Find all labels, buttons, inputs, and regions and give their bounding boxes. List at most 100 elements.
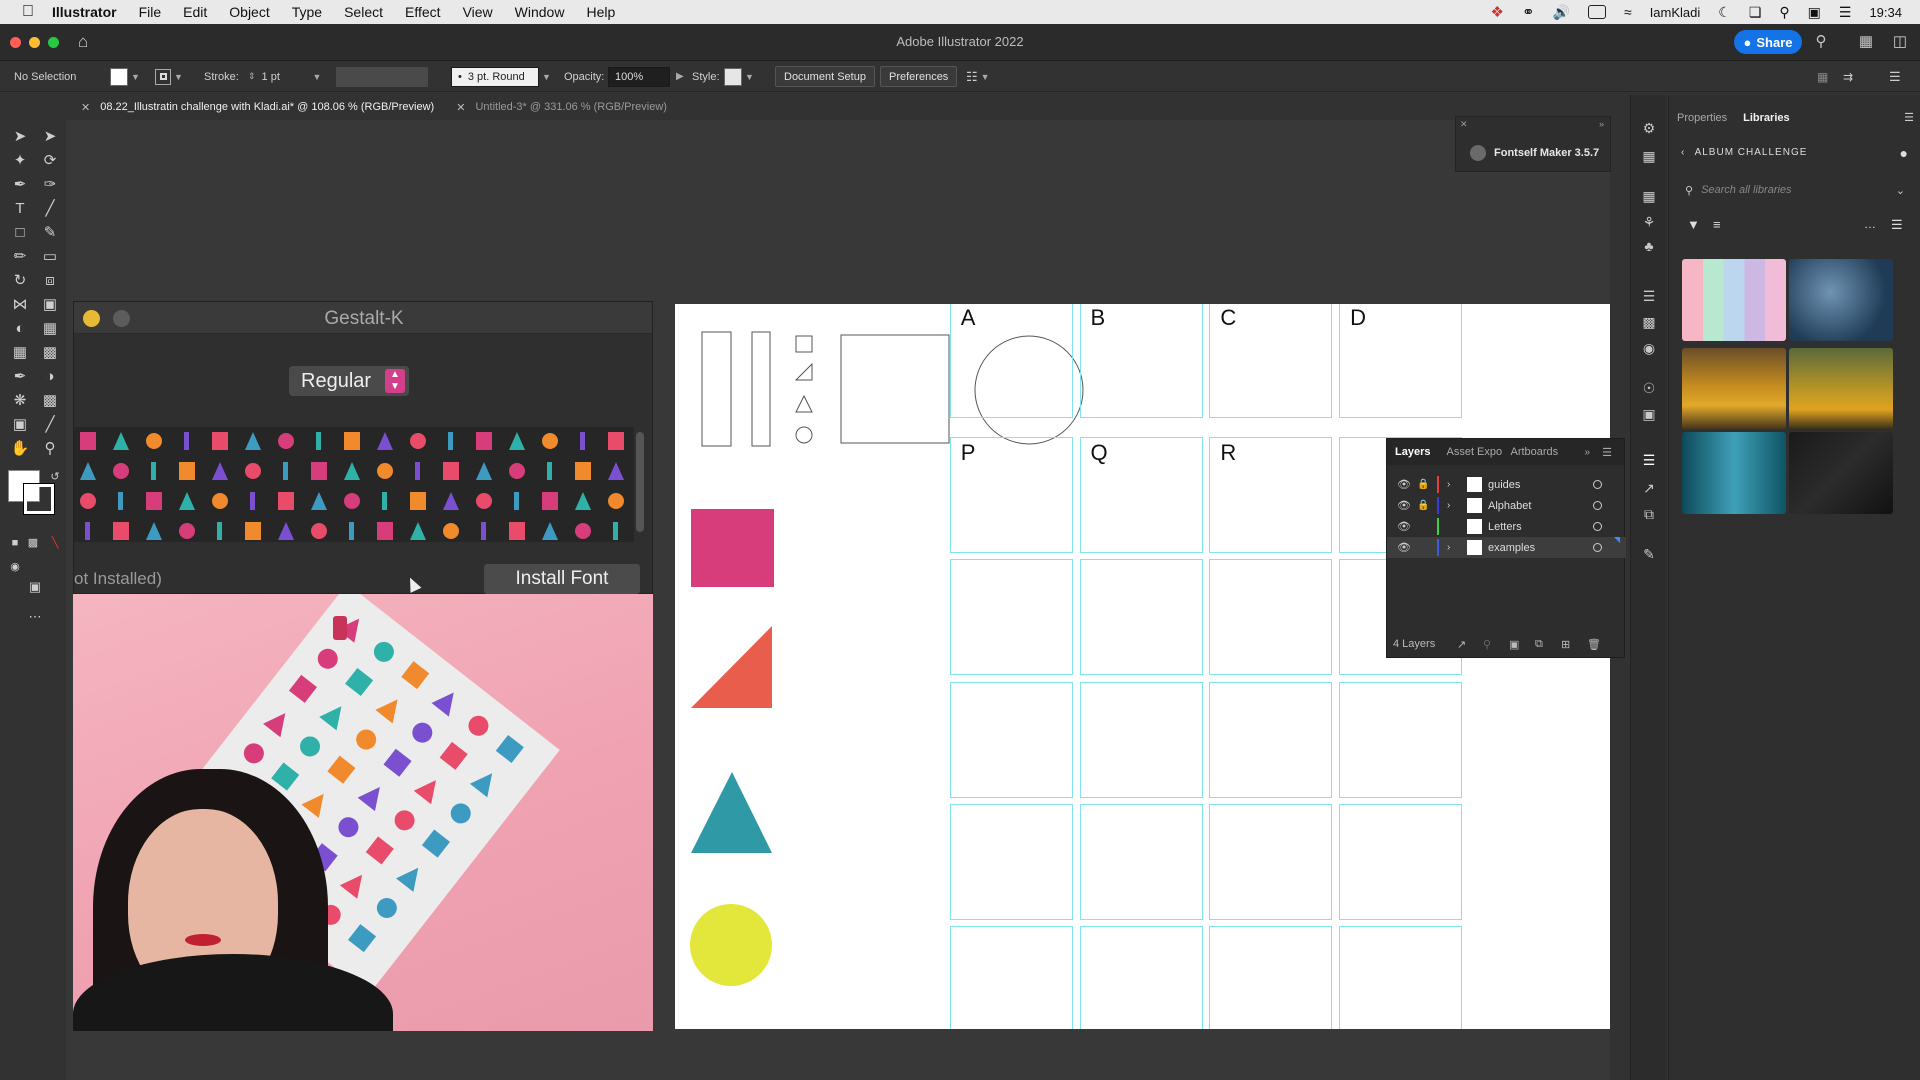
sort-icon[interactable]: ≡ xyxy=(1713,217,1721,232)
search-icon[interactable]: ⚲ xyxy=(1779,4,1789,21)
glyph-sample[interactable] xyxy=(118,492,123,510)
chevron-down-icon[interactable]: ▼ xyxy=(174,72,183,82)
clipping-mask-icon[interactable]: ▣ xyxy=(1509,638,1519,651)
chevron-down-icon[interactable]: ⌄ xyxy=(1896,184,1905,197)
width-tool-icon[interactable]: ⋈ xyxy=(9,294,31,316)
curvature-tool-icon[interactable]: ✑ xyxy=(39,174,61,196)
export-icon[interactable]: ↗ xyxy=(1457,638,1466,651)
menu-illustrator[interactable]: Illustrator xyxy=(52,4,117,20)
locate-object-icon[interactable]: ⚲ xyxy=(1483,638,1491,651)
screen-mode-icon[interactable]: ▣ xyxy=(24,576,46,598)
glyph-grid[interactable] xyxy=(74,427,634,542)
chevron-down-icon[interactable]: ▼ xyxy=(745,72,754,82)
share-button[interactable]: ● Share xyxy=(1734,30,1802,54)
stroke-weight-value[interactable]: 1 pt xyxy=(262,71,310,83)
letter-cell[interactable] xyxy=(1339,926,1463,1029)
letter-cell[interactable] xyxy=(1209,804,1333,921)
slice-tool-icon[interactable]: ╱ xyxy=(39,414,61,436)
glyph-sample[interactable] xyxy=(476,493,492,509)
delete-layer-icon[interactable]: 🗑 xyxy=(1587,638,1601,651)
glyph-sample[interactable] xyxy=(311,523,327,539)
menu-edit[interactable]: Edit xyxy=(183,4,207,20)
outline-narrow-rect[interactable] xyxy=(751,331,771,447)
transparency-icon[interactable]: ◉ xyxy=(1640,339,1658,357)
creative-cloud-icon[interactable]: ⚭ xyxy=(1522,3,1535,21)
artboards-icon[interactable]: ▦ xyxy=(1640,187,1658,205)
glyph-sample[interactable] xyxy=(146,433,162,449)
eraser-tool-icon[interactable]: ▭ xyxy=(39,246,61,268)
tab-document-1[interactable]: ✕ 08.22_Illustratin challenge with Kladi… xyxy=(73,95,448,119)
glyph-sample[interactable] xyxy=(608,462,624,480)
layer-row-alphabet[interactable]: 👁 🔒 › Alphabet xyxy=(1387,495,1626,516)
glyph-sample[interactable] xyxy=(250,492,255,510)
glyph-sample[interactable] xyxy=(245,432,261,450)
chevron-right-icon[interactable]: › xyxy=(1447,500,1450,511)
selection-tool-icon[interactable]: ➤ xyxy=(9,126,31,148)
layer-row-guides[interactable]: 👁 🔒 › guides xyxy=(1387,474,1626,495)
yellow-circle[interactable] xyxy=(690,904,772,986)
user-name[interactable]: IamKladi xyxy=(1650,5,1701,20)
letter-cell[interactable] xyxy=(949,804,1073,921)
glyph-sample[interactable] xyxy=(443,462,459,480)
glyph-sample[interactable] xyxy=(316,432,321,450)
glyph-sample[interactable] xyxy=(179,492,195,510)
control-menu-icon[interactable]: ☰ xyxy=(1889,69,1901,85)
menu-effect[interactable]: Effect xyxy=(405,4,441,20)
opacity-field[interactable]: 100% xyxy=(608,66,670,87)
target-icon[interactable] xyxy=(1593,522,1602,531)
lock-icon[interactable]: 🔒 xyxy=(1417,500,1429,511)
style-swatch[interactable] xyxy=(724,67,742,86)
glyph-sample[interactable] xyxy=(179,462,195,480)
glyph-sample[interactable] xyxy=(509,432,525,450)
glyph-sample[interactable] xyxy=(608,493,624,509)
pink-square[interactable] xyxy=(691,509,774,587)
asset-color-theme[interactable] xyxy=(1682,259,1786,341)
layer-name[interactable]: Letters xyxy=(1488,521,1522,533)
glyph-sample[interactable] xyxy=(212,432,228,450)
glyph-sample[interactable] xyxy=(377,522,393,540)
glyph-sample[interactable] xyxy=(547,462,552,480)
glyph-sample[interactable] xyxy=(509,463,525,479)
library-search[interactable]: ⚲ Search all libraries ⌄ xyxy=(1679,177,1911,203)
workspace-icon[interactable]: ▦ xyxy=(1857,33,1875,51)
outline-small-square[interactable] xyxy=(795,335,813,353)
glyph-sample[interactable] xyxy=(514,492,519,510)
graphic-styles-icon[interactable]: ▣ xyxy=(1640,405,1658,423)
teal-triangle[interactable] xyxy=(691,772,772,853)
panel-toggle-icon[interactable]: ◫ xyxy=(1891,33,1909,51)
new-sublayer-icon[interactable]: ⧉ xyxy=(1535,638,1543,651)
gradient-panel-icon[interactable]: ▩ xyxy=(1640,313,1658,331)
menu-type[interactable]: Type xyxy=(292,4,322,20)
letter-cell[interactable] xyxy=(1339,804,1463,921)
glyph-sample[interactable] xyxy=(377,463,393,479)
visibility-eye-icon[interactable]: 👁 xyxy=(1397,478,1411,491)
library-settings-icon[interactable]: … xyxy=(1864,217,1876,231)
glyph-sample[interactable] xyxy=(151,462,156,480)
chevron-down-icon[interactable]: ▼ xyxy=(313,72,322,82)
tab-asset-export[interactable]: Asset Expo xyxy=(1438,446,1502,458)
artboards-panel-icon[interactable]: ⧉ xyxy=(1640,505,1658,523)
glyph-sample[interactable] xyxy=(278,492,294,510)
shape-builder-tool-icon[interactable]: ◐ xyxy=(9,318,31,340)
clock[interactable]: 19:34 xyxy=(1869,5,1902,20)
chevron-down-icon[interactable]: ▼ xyxy=(981,72,990,82)
mesh-tool-icon[interactable]: ▦ xyxy=(9,342,31,364)
layer-name[interactable]: guides xyxy=(1488,479,1520,491)
glyph-sample[interactable] xyxy=(283,462,288,480)
gradient-mode-icon[interactable]: ▩ xyxy=(22,532,44,554)
letter-cell[interactable] xyxy=(949,559,1073,676)
stepper-icon[interactable]: ⇕ xyxy=(248,71,256,82)
zoom-tool-icon[interactable]: ⚲ xyxy=(39,438,61,460)
stroke-panel-icon[interactable]: ☰ xyxy=(1640,287,1658,305)
pencil-tool-icon[interactable]: ✏ xyxy=(9,246,31,268)
glyph-sample[interactable] xyxy=(212,493,228,509)
target-icon[interactable] xyxy=(1593,480,1602,489)
glyph-sample[interactable] xyxy=(278,433,294,449)
letter-cell[interactable]: Q xyxy=(1079,436,1203,553)
filter-icon[interactable]: ▼ xyxy=(1687,217,1700,232)
glyph-sample[interactable] xyxy=(575,462,591,480)
collaborate-icon[interactable]: ● xyxy=(1900,145,1908,161)
tab-layers[interactable]: Layers xyxy=(1387,446,1438,458)
chevron-right-icon[interactable]: › xyxy=(1447,542,1450,553)
lock-icon[interactable]: 🔒 xyxy=(1417,479,1429,490)
